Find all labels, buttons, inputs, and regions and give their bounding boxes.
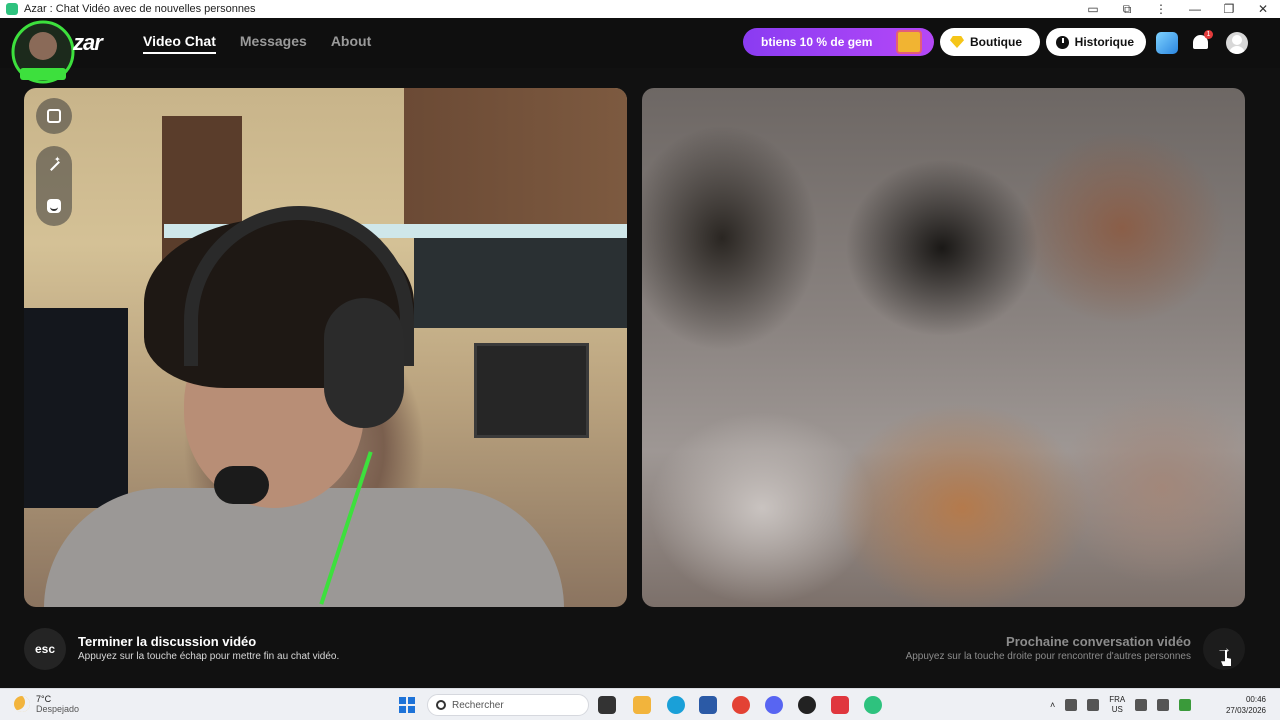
app-header: zar Video Chat Messages About btiens 10 … bbox=[0, 18, 1280, 84]
main-nav: Video Chat Messages About bbox=[143, 33, 371, 54]
nav-about[interactable]: About bbox=[331, 33, 371, 54]
promo-text: btiens 10 % de gem bbox=[761, 35, 873, 49]
end-chat-button[interactable]: esc bbox=[24, 628, 66, 670]
notification-badge: 1 bbox=[1204, 30, 1213, 39]
clock-time: 00:46 bbox=[1245, 695, 1266, 704]
historique-button[interactable]: Historique bbox=[1046, 28, 1146, 56]
bg-counter bbox=[414, 238, 627, 328]
volume-icon[interactable] bbox=[1157, 699, 1170, 711]
chat-controls-footer: esc Terminer la discussion vidéo Appuyez… bbox=[0, 620, 1280, 688]
system-tray: ˄ FRA US bbox=[1050, 695, 1192, 715]
next-chat-hint: Appuyez sur la touche droite pour rencon… bbox=[905, 651, 1191, 662]
bg-cabinet bbox=[404, 88, 627, 228]
microphone-icon[interactable] bbox=[1087, 699, 1100, 711]
maximize-button[interactable]: ❐ bbox=[1212, 2, 1246, 16]
gem-promo-banner[interactable]: btiens 10 % de gem bbox=[743, 28, 934, 56]
end-chat-hint: Appuyez sur la touche échap pour mettre … bbox=[78, 651, 340, 662]
discord-icon[interactable] bbox=[765, 696, 783, 714]
search-placeholder: Rechercher bbox=[452, 699, 504, 711]
notifications-bell-icon[interactable]: 1 bbox=[1190, 30, 1213, 54]
weather-temp: 7°C bbox=[36, 694, 52, 704]
file-explorer-icon[interactable] bbox=[633, 696, 651, 714]
gem-cube-icon[interactable] bbox=[1156, 32, 1178, 54]
minimize-button[interactable]: — bbox=[1178, 2, 1212, 16]
local-video-panel bbox=[24, 88, 627, 607]
windows-taskbar: 7°C Despejado Rechercher ˄ FRA US 00:46 … bbox=[0, 688, 1280, 720]
sticker-face-icon[interactable] bbox=[47, 199, 61, 213]
more-icon[interactable]: ⋮ bbox=[1144, 2, 1178, 16]
remote-video-panel bbox=[642, 88, 1245, 607]
profile-avatar[interactable] bbox=[1226, 32, 1248, 54]
taskbar-clock[interactable]: 00:46 27/03/2026 bbox=[1226, 694, 1266, 716]
lang-top: FRA bbox=[1109, 695, 1126, 704]
swap-camera-icon bbox=[47, 109, 61, 123]
search-icon bbox=[436, 700, 446, 710]
headset-mic bbox=[214, 466, 269, 504]
task-view-icon[interactable] bbox=[598, 696, 616, 714]
chevron-up-icon[interactable]: ˄ bbox=[1050, 700, 1055, 710]
azar-taskbar-icon[interactable] bbox=[864, 696, 882, 714]
capture-app-icon[interactable] bbox=[831, 696, 849, 714]
boutique-button[interactable]: Boutique bbox=[940, 28, 1040, 56]
language-indicator[interactable]: FRA US bbox=[1109, 695, 1125, 715]
bg-oven bbox=[474, 343, 589, 438]
window-titlebar: Azar : Chat Vidéo avec de nouvelles pers… bbox=[0, 0, 1280, 18]
azar-logo[interactable]: zar bbox=[73, 30, 103, 56]
weather-desc: Despejado bbox=[36, 704, 80, 714]
window-title: Azar : Chat Vidéo avec de nouvelles pers… bbox=[24, 3, 256, 15]
store-icon[interactable] bbox=[699, 696, 717, 714]
extension-icon[interactable]: ⧉ bbox=[1110, 2, 1144, 17]
edge-icon[interactable] bbox=[667, 696, 685, 714]
weather-widget[interactable]: 7°C Despejado bbox=[14, 694, 79, 714]
history-clock-icon bbox=[1056, 35, 1069, 49]
azar-app-icon bbox=[6, 3, 18, 15]
historique-label: Historique bbox=[1074, 35, 1134, 49]
headset-earcup bbox=[324, 298, 404, 428]
taskbar-search[interactable]: Rechercher bbox=[427, 694, 589, 716]
next-chat-title: Prochaine conversation vidéo bbox=[1006, 634, 1191, 649]
video-icon[interactable]: ▭ bbox=[1076, 2, 1110, 16]
wifi-icon[interactable] bbox=[1135, 699, 1148, 711]
clock-date: 27/03/2026 bbox=[1225, 706, 1266, 715]
effects-wand-icon[interactable] bbox=[47, 155, 61, 173]
nav-messages[interactable]: Messages bbox=[240, 33, 307, 54]
windows-start-icon[interactable] bbox=[399, 697, 415, 713]
moon-icon bbox=[14, 696, 30, 712]
end-chat-title: Terminer la discussion vidéo bbox=[78, 634, 257, 649]
gem-icon bbox=[950, 36, 964, 48]
video-tools bbox=[36, 146, 72, 226]
close-button[interactable]: ✕ bbox=[1246, 2, 1280, 16]
chrome-icon[interactable] bbox=[732, 696, 750, 714]
battery-icon[interactable] bbox=[1179, 699, 1192, 711]
streamer-logo-badge bbox=[11, 20, 75, 84]
swap-camera-button[interactable] bbox=[36, 98, 72, 134]
person-sweater bbox=[44, 488, 564, 607]
lang-bottom: US bbox=[1111, 705, 1123, 714]
treasure-chest-icon bbox=[896, 30, 922, 54]
nav-video-chat[interactable]: Video Chat bbox=[143, 33, 216, 54]
obs-icon[interactable] bbox=[798, 696, 816, 714]
bg-tv bbox=[24, 308, 128, 508]
network-off-icon[interactable] bbox=[1065, 699, 1078, 711]
boutique-label: Boutique bbox=[970, 35, 1022, 49]
